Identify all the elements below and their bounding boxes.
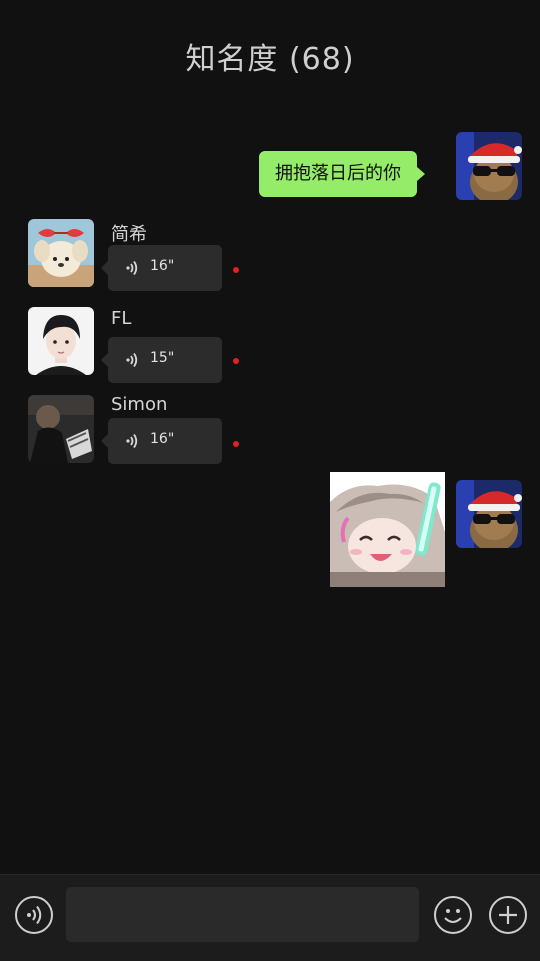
voice-input-toggle-button[interactable] (15, 896, 53, 934)
plush-dog-avatar-icon (28, 219, 94, 287)
voice-message-bubble[interactable]: 16" (101, 245, 222, 291)
santa-hat-cat-sunglasses-icon (456, 132, 522, 200)
more-actions-button[interactable] (489, 896, 527, 934)
voice-input-icon (27, 905, 42, 925)
emoji-icon (444, 909, 462, 923)
sender-avatar-simon[interactable] (28, 395, 94, 463)
voice-duration: 16" (150, 258, 175, 274)
voice-duration: 15" (150, 350, 175, 366)
emoji-button[interactable] (434, 896, 472, 934)
voice-duration: 16" (150, 431, 175, 447)
voice-wave-icon (126, 352, 138, 368)
plus-icon (499, 906, 517, 924)
voice-message-bubble[interactable]: 16" (101, 418, 222, 464)
voice-wave-icon (126, 433, 138, 449)
my-avatar[interactable] (456, 480, 522, 548)
message-input[interactable] (66, 887, 419, 942)
anime-boy-avatar-icon (28, 307, 94, 375)
sticker-message[interactable] (330, 472, 445, 587)
santa-hat-cat-sunglasses-icon (456, 480, 522, 548)
chat-title: 知名度 (68) (185, 42, 355, 77)
voice-wave-icon (126, 260, 138, 276)
sender-name: Simon (111, 394, 168, 415)
sender-avatar-jianxi[interactable] (28, 219, 94, 287)
dark-photo-avatar-icon (28, 395, 94, 463)
message-text: 拥抱落日后的你 (275, 163, 401, 184)
unread-dot (233, 267, 239, 273)
unread-dot (233, 358, 239, 364)
voice-message-bubble[interactable]: 15" (101, 337, 222, 383)
sender-avatar-fl[interactable] (28, 307, 94, 375)
anime-girl-glowstick-sticker-icon (330, 472, 445, 587)
sender-name: FL (111, 308, 132, 329)
composer-bar (0, 874, 540, 961)
outgoing-text-bubble[interactable]: 拥抱落日后的你 (259, 151, 425, 197)
my-avatar[interactable] (456, 132, 522, 200)
sender-name: 简希 (111, 224, 147, 245)
unread-dot (233, 441, 239, 447)
